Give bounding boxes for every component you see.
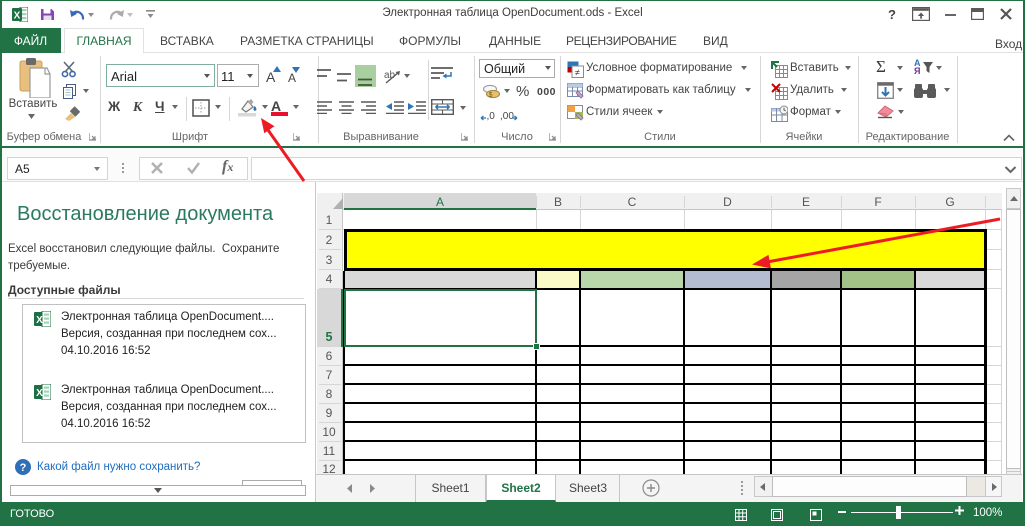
svg-text:,0: ,0 [487, 111, 496, 121]
svg-text:X: X [36, 315, 43, 326]
svg-text:X: X [36, 388, 43, 399]
svg-text:,00: ,00 [500, 111, 514, 121]
svg-text:≠: ≠ [575, 68, 580, 78]
svg-text:$: $ [489, 92, 493, 99]
svg-text:?: ? [20, 462, 27, 474]
